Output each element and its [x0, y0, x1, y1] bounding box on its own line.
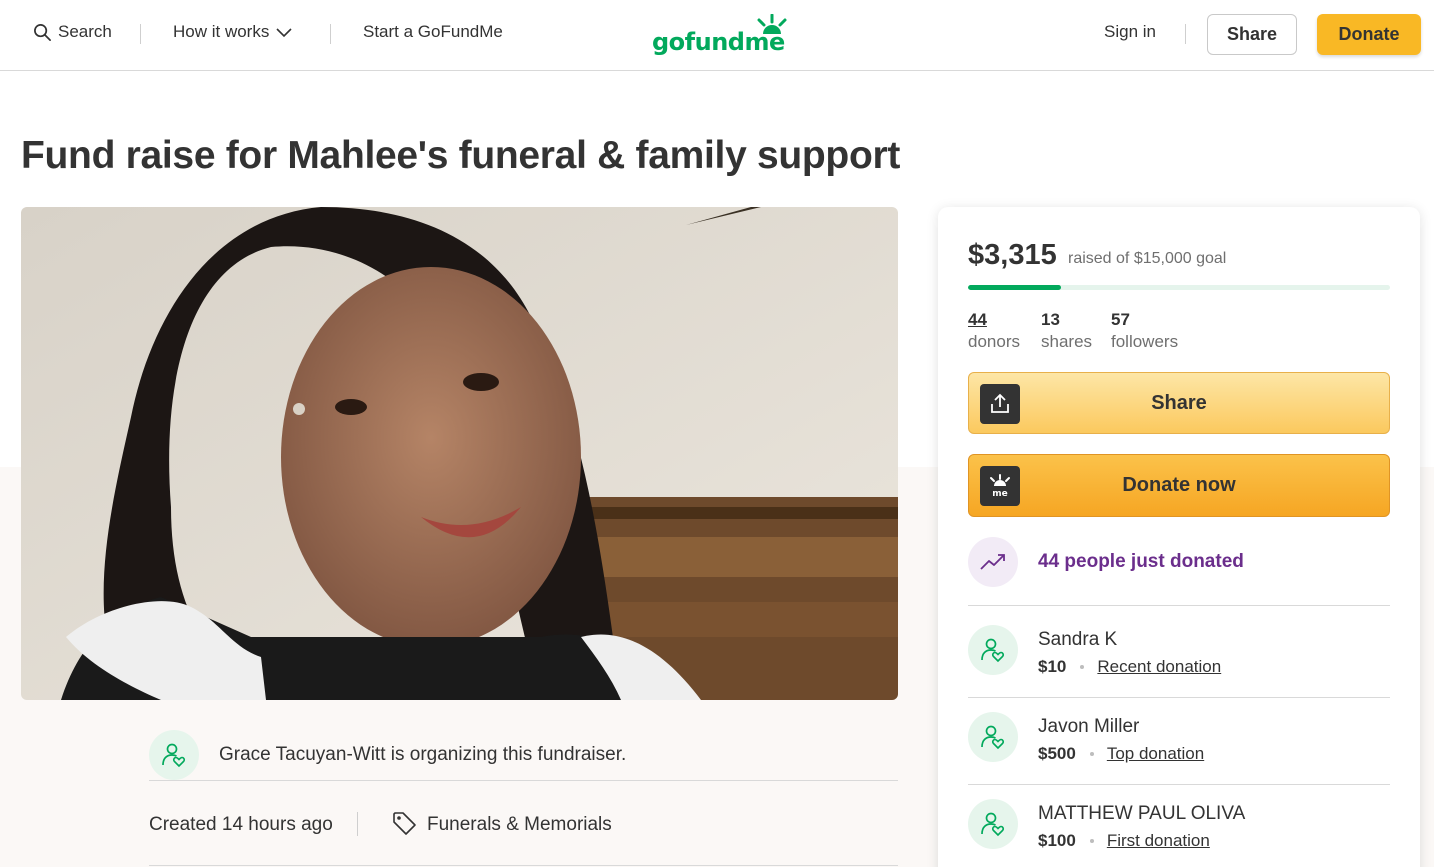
- category-link[interactable]: Funerals & Memorials: [427, 814, 612, 836]
- donors-count[interactable]: 44: [968, 310, 1020, 330]
- shares-label: shares: [1041, 332, 1093, 351]
- stat-followers: 57 followers: [1111, 310, 1178, 352]
- site-header: Search How it works Start a GoFundMe gof…: [0, 0, 1434, 71]
- search-icon: [34, 23, 51, 41]
- chevron-down-icon: [276, 28, 292, 38]
- donation-type-link[interactable]: Recent donation: [1097, 657, 1221, 677]
- logo-text: gofundme: [652, 28, 785, 56]
- separator-dot: [1089, 752, 1094, 756]
- nav-divider: [140, 24, 141, 44]
- stat-shares: 13 shares: [1041, 310, 1092, 352]
- donor-avatar: [968, 799, 1018, 849]
- person-heart-icon: [981, 725, 1005, 750]
- person-heart-icon: [162, 743, 186, 768]
- share-button-label: Share: [1151, 391, 1207, 414]
- search-label: Search: [58, 22, 112, 41]
- organizer-text: Grace Tacuyan-Witt is organizing this fu…: [219, 744, 627, 765]
- progress-bar: [968, 285, 1390, 290]
- organizer-avatar: [149, 730, 199, 780]
- gofundme-logo-icon: me: [980, 466, 1020, 506]
- header-donate-button[interactable]: Donate: [1317, 14, 1421, 55]
- donation-amount: $10: [1038, 657, 1067, 676]
- donors-label: donors: [968, 332, 1020, 351]
- donor-name: Sandra K: [1038, 629, 1118, 650]
- donation-detail: $500 Top donation: [1038, 744, 1204, 764]
- person-heart-icon: [981, 638, 1005, 663]
- campaign-meta-row: Created 14 hours ago Funerals & Memorial…: [149, 808, 898, 866]
- sign-in-link[interactable]: Sign in: [1104, 22, 1156, 42]
- donor-avatar: [968, 712, 1018, 762]
- organizer-row: Grace Tacuyan-Witt is organizing this fu…: [149, 728, 898, 781]
- nav-divider: [1185, 24, 1186, 44]
- donor-avatar: [968, 625, 1018, 675]
- shares-count: 13: [1041, 310, 1060, 329]
- amount-raised: $3,315: [968, 239, 1057, 271]
- donor-name: Javon Miller: [1038, 716, 1140, 737]
- share-upload-icon: [980, 384, 1020, 424]
- donation-amount: $100: [1038, 831, 1076, 850]
- divider: [968, 605, 1390, 606]
- meta-divider: [357, 812, 358, 836]
- search-button[interactable]: Search: [33, 22, 112, 42]
- person-heart-icon: [981, 812, 1005, 837]
- donation-type-link[interactable]: First donation: [1107, 831, 1210, 851]
- divider: [968, 784, 1390, 785]
- how-it-works-menu[interactable]: How it works: [173, 22, 293, 42]
- goal-text: raised of $15,000 goal: [1068, 250, 1227, 267]
- campaign-photo[interactable]: [21, 207, 898, 700]
- trending-up-icon: [980, 554, 1005, 570]
- followers-count: 57: [1111, 310, 1130, 329]
- donation-type-link[interactable]: Top donation: [1107, 744, 1204, 764]
- start-gofundme-label: Start a GoFundMe: [363, 22, 503, 41]
- followers-label: followers: [1111, 332, 1179, 351]
- donation-amount: $500: [1038, 744, 1076, 763]
- donate-now-button[interactable]: me Donate now: [968, 454, 1390, 517]
- donation-detail: $100 First donation: [1038, 831, 1210, 851]
- svg-text:me: me: [992, 489, 1007, 498]
- sign-in-label: Sign in: [1104, 22, 1156, 41]
- donation-sidebar-card: $3,315 raised of $15,000 goal 44 donors …: [938, 207, 1420, 867]
- header-share-button[interactable]: Share: [1207, 14, 1297, 55]
- share-button[interactable]: Share: [968, 372, 1390, 434]
- how-it-works-label: How it works: [173, 22, 270, 41]
- donation-detail: $10 Recent donation: [1038, 657, 1221, 677]
- stat-donors[interactable]: 44 donors: [968, 310, 1020, 352]
- divider: [968, 697, 1390, 698]
- tag-icon: [393, 812, 416, 835]
- campaign-photo-image: [21, 207, 898, 700]
- nav-divider: [330, 24, 331, 44]
- created-time: Created 14 hours ago: [149, 814, 333, 835]
- trend-text: 44 people just donated: [1038, 551, 1244, 572]
- separator-dot: [1089, 839, 1094, 843]
- separator-dot: [1080, 665, 1085, 669]
- start-gofundme-link[interactable]: Start a GoFundMe: [363, 22, 503, 42]
- progress-bar-fill: [968, 285, 1062, 290]
- trend-circle: [968, 537, 1018, 587]
- page-title: Fund raise for Mahlee's funeral & family…: [21, 134, 901, 177]
- gofundme-logo[interactable]: gofundme: [652, 14, 792, 56]
- donate-now-label: Donate now: [1122, 474, 1236, 496]
- donor-name: MATTHEW PAUL OLIVA: [1038, 803, 1246, 824]
